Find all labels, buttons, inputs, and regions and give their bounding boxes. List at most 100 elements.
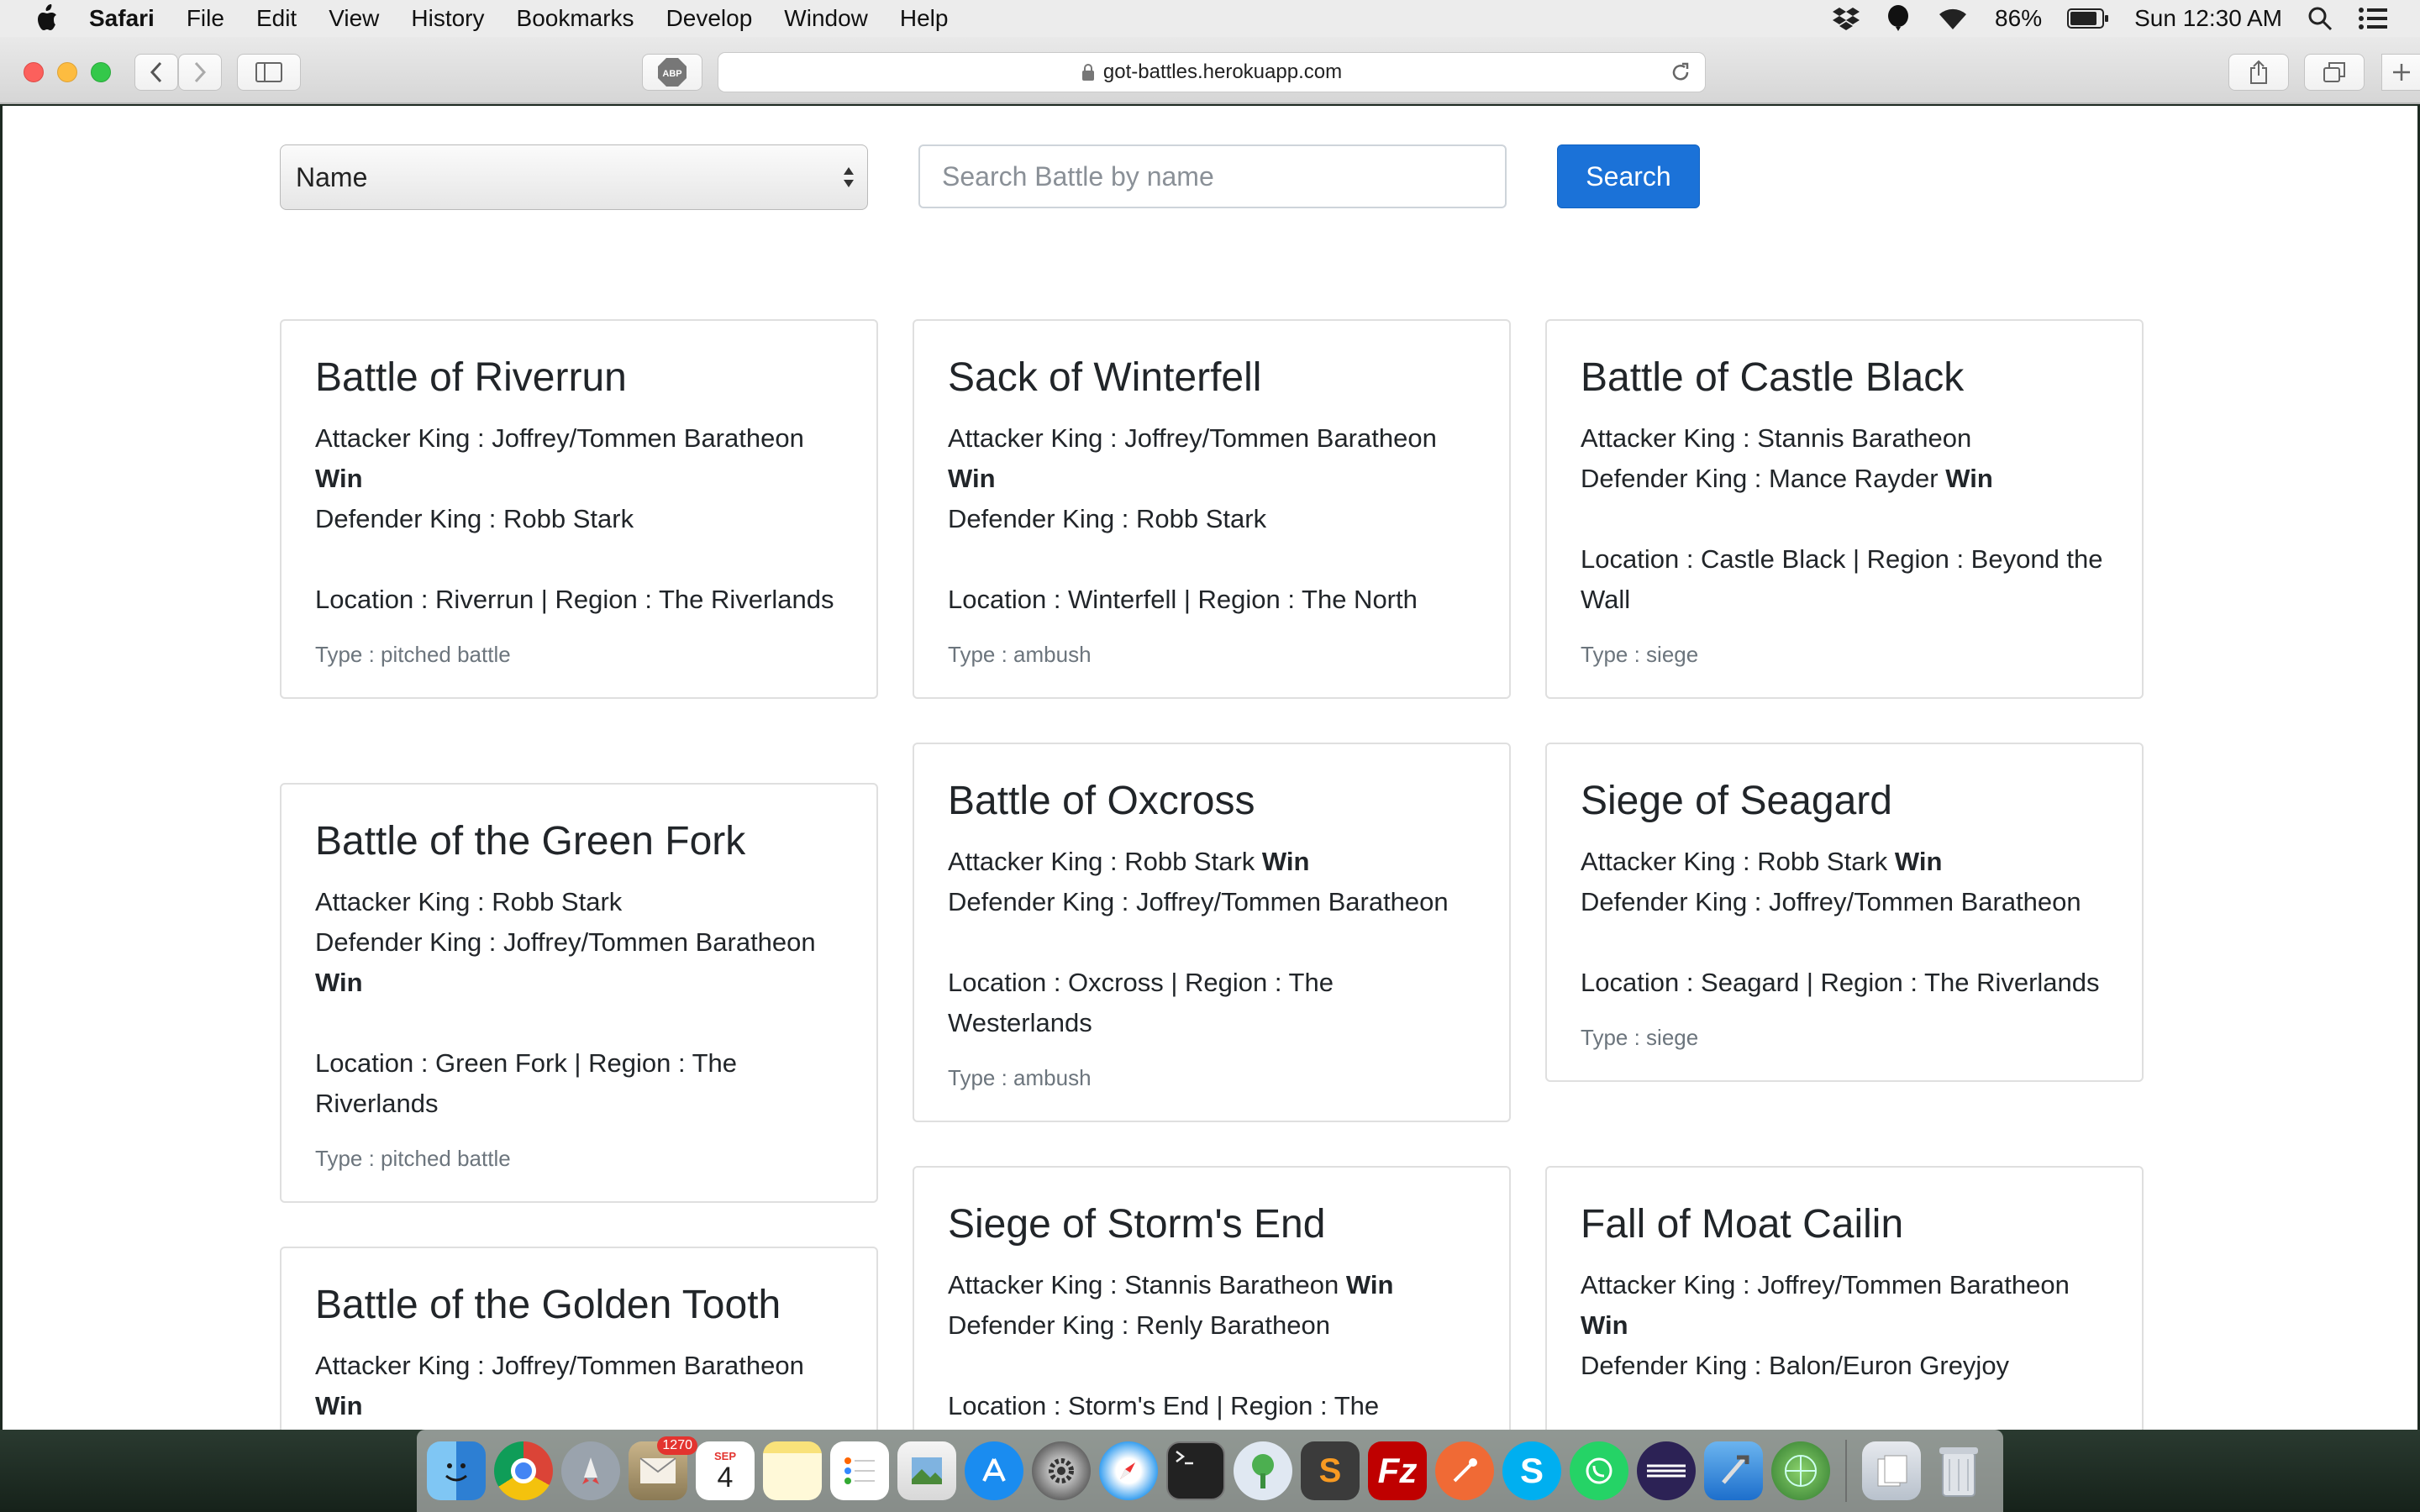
documents-icon[interactable] [1862,1441,1921,1500]
preview-icon[interactable] [897,1441,956,1500]
search-input[interactable] [918,144,1507,208]
menu-window[interactable]: Window [784,5,868,32]
battery-icon[interactable] [2067,8,2109,29]
menu-develop[interactable]: Develop [666,5,753,32]
search-button[interactable]: Search [1557,144,1700,208]
menu-file[interactable]: File [187,5,224,32]
skype-icon[interactable]: S [1502,1441,1561,1500]
defender-line: Defender King : Joffrey/Tommen Baratheon [948,887,1449,916]
minimize-window-button[interactable] [57,62,77,82]
plus-icon [2392,64,2410,81]
share-icon [2250,60,2267,84]
notes-icon[interactable] [763,1441,822,1500]
launchpad-icon[interactable] [561,1441,620,1500]
whatsapp-icon[interactable] [1570,1441,1628,1500]
zoom-window-button[interactable] [91,62,111,82]
attacker-line: Attacker King : Stannis Baratheon Win [948,1270,1394,1299]
postman-icon[interactable] [1435,1441,1494,1500]
world-clock-icon[interactable] [1771,1441,1830,1500]
menu-app-name[interactable]: Safari [89,5,155,32]
mail-badge: 1270 [657,1436,697,1455]
menu-history[interactable]: History [411,5,484,32]
location-line: Location : Castle Black | Region : Beyon… [1581,544,2103,614]
menu-bookmarks[interactable]: Bookmarks [517,5,634,32]
search-field-select[interactable]: Name [280,144,868,210]
battle-title: Battle of the Green Fork [315,819,746,864]
wifi-icon[interactable] [1936,6,1970,31]
menu-view[interactable]: View [329,5,379,32]
battle-title: Battle of Riverrun [315,355,627,400]
battery-percent: 86% [1995,5,2043,31]
defender-line: Defender King : Robb Stark [948,504,1267,533]
xcode-icon[interactable] [1704,1441,1763,1500]
adblock-label: ABP [662,69,681,79]
dock: 1270 SEP 4 S Fz S [417,1430,2003,1512]
reload-icon[interactable] [1670,61,1691,83]
calendar-icon[interactable]: SEP 4 [696,1441,755,1500]
balloon-icon[interactable] [1886,4,1911,33]
attacker-line: Attacker King : Robb Stark Win [1581,847,1943,876]
sourcetree-icon[interactable] [1234,1441,1292,1500]
battle-card: Siege of Storm's End Attacker King : Sta… [913,1166,1511,1430]
apple-icon[interactable] [34,4,59,33]
menu-edit[interactable]: Edit [256,5,297,32]
adblock-icon: ABP [658,58,687,87]
battle-type: Type : ambush [948,642,1092,667]
defender-line: Defender King : Joffrey/Tommen Baratheon… [315,927,816,997]
web-page: Name Search Battle of Riverrun Attacker … [3,106,2417,1430]
battle-card: Battle of Riverrun Attacker King : Joffr… [280,319,878,699]
address-bar[interactable]: got-battles.herokuapp.com [718,52,1706,92]
location-line: Location : Storm's End | Region : The [948,1391,1380,1420]
battle-title: Fall of Moat Cailin [1581,1202,1904,1247]
safari-icon[interactable] [1099,1441,1158,1500]
attacker-line: Attacker King : Joffrey/Tommen Baratheon… [315,423,804,493]
battle-type: Type : siege [1581,1025,1699,1050]
location-line: Location : Riverrun | Region : The River… [315,585,834,614]
sidebar-toggle-button[interactable] [237,54,301,91]
location-line: Location : Seagard | Region : The Riverl… [1581,968,2100,997]
lock-icon [1081,64,1094,81]
calendar-day: 4 [717,1461,734,1494]
defender-line: Defender King : Balon/Euron Greyjoy [1581,1351,2010,1380]
battle-card: Battle of Castle Black Attacker King : S… [1545,319,2144,699]
chrome-icon[interactable] [494,1441,553,1500]
battle-title: Battle of Oxcross [948,779,1255,823]
battle-card: Siege of Seagard Attacker King : Robb St… [1545,743,2144,1082]
browser-toolbar: ABP got-battles.herokuapp.com [0,37,2420,104]
filezilla-icon[interactable]: Fz [1368,1441,1427,1500]
battle-title: Battle of the Golden Tooth [315,1283,781,1327]
forward-button[interactable] [178,54,222,91]
adblock-button[interactable]: ABP [642,54,702,91]
win-label: Win [1945,464,1993,493]
win-label: Win [315,1391,363,1420]
share-button[interactable] [2228,54,2289,91]
eclipse-icon[interactable] [1637,1441,1696,1500]
tabs-overview-button[interactable] [2304,54,2365,91]
dropbox-icon[interactable] [1832,6,1860,31]
menu-clock[interactable]: Sun 12:30 AM [2134,5,2282,32]
notification-center-icon[interactable] [2358,6,2388,31]
menu-help[interactable]: Help [900,5,949,32]
battle-type: Type : ambush [948,1065,1092,1090]
close-window-button[interactable] [24,62,44,82]
battle-card: Battle of the Green Fork Attacker King :… [280,783,878,1203]
app-store-icon[interactable] [965,1441,1023,1500]
chevron-left-icon [150,61,162,83]
new-tab-button[interactable] [2381,54,2420,91]
battle-title: Sack of Winterfell [948,355,1262,400]
calendar-month: SEP [713,1449,736,1462]
back-button[interactable] [134,54,178,91]
spotlight-search-icon[interactable] [2307,6,2333,31]
finder-icon[interactable] [427,1441,486,1500]
trash-icon[interactable] [1929,1441,1988,1500]
defender-line: Defender King : Renly Baratheon [948,1310,1330,1340]
attacker-line: Attacker King : Joffrey/Tommen Baratheon… [315,1351,804,1420]
sublime-text-icon[interactable]: S [1301,1441,1360,1500]
defender-line: Defender King : Mance Rayder Win [1581,464,1993,493]
mail-icon[interactable]: 1270 [629,1436,697,1500]
terminal-icon[interactable] [1166,1441,1225,1500]
win-label: Win [1345,1270,1394,1299]
system-preferences-icon[interactable] [1032,1441,1091,1500]
battle-type: Type : pitched battle [315,642,511,667]
reminders-icon[interactable] [830,1441,889,1500]
